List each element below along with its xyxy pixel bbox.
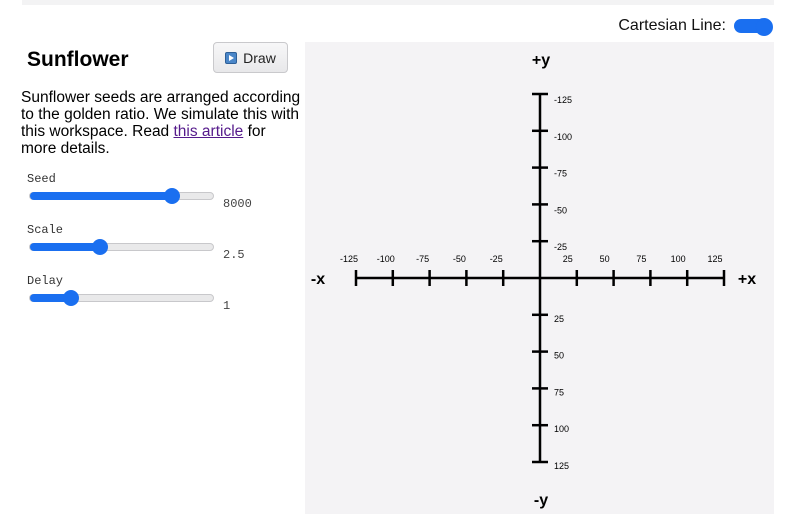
- y-tick-label: -25: [554, 242, 567, 252]
- x-tick-label: 75: [636, 254, 646, 264]
- slider-value: 1: [223, 299, 231, 313]
- article-link[interactable]: this article: [174, 123, 244, 140]
- draw-button[interactable]: Draw: [213, 42, 288, 73]
- slider-value: 2.5: [223, 248, 245, 262]
- y-tick-label: 50: [554, 351, 564, 361]
- slider-track[interactable]: [29, 188, 214, 204]
- title-row: Sunflower Draw: [21, 42, 303, 82]
- slider-fill: [30, 192, 173, 200]
- x-tick-label: 100: [671, 254, 686, 264]
- plus-x-label: +x: [738, 271, 756, 288]
- page-title: Sunflower: [27, 48, 129, 71]
- y-tick-label: -50: [554, 205, 567, 215]
- page: Cartesian Line: Sunflower Draw Sunflower…: [0, 0, 800, 524]
- slider-seed: Seed 8000: [27, 172, 303, 223]
- x-tick-label: -125: [340, 254, 358, 264]
- x-tick-label: -75: [416, 254, 429, 264]
- slider-track[interactable]: [29, 290, 214, 306]
- slider-label: Delay: [27, 274, 64, 288]
- slider-thumb[interactable]: [164, 188, 181, 204]
- slider-track[interactable]: [29, 239, 214, 255]
- toggle-knob: [755, 18, 773, 36]
- y-tick-label: 100: [554, 424, 569, 434]
- slider-delay: Delay 1: [27, 274, 303, 325]
- y-tick-label: -125: [554, 95, 572, 105]
- x-tick-label: 25: [563, 254, 573, 264]
- play-icon: [225, 51, 238, 64]
- slider-value: 8000: [223, 197, 252, 211]
- x-tick-label: -100: [377, 254, 395, 264]
- drawing-canvas[interactable]: -125 -100 -75 -50 -25 25 50 75 100 125 -125 -100 -75…: [305, 42, 774, 514]
- control-panel: Sunflower Draw Sunflower seeds are arran…: [21, 42, 303, 325]
- y-tick-label: 125: [554, 461, 569, 471]
- cartesian-toggle-group: Cartesian Line:: [618, 17, 773, 36]
- cartesian-toggle[interactable]: [734, 18, 773, 36]
- plus-y-label: +y: [532, 52, 550, 69]
- cartesian-axes: -125 -100 -75 -50 -25 25 50 75 100 125 -125 -100 -75…: [311, 52, 756, 509]
- slider-thumb[interactable]: [62, 290, 79, 306]
- x-tick-label: 50: [600, 254, 610, 264]
- slider-label: Scale: [27, 223, 64, 237]
- x-tick-label: 125: [707, 254, 722, 264]
- slider-label: Seed: [27, 172, 56, 186]
- description: Sunflower seeds are arranged according t…: [21, 89, 303, 157]
- y-tick-label: 75: [554, 387, 564, 397]
- y-tick-label: -100: [554, 132, 572, 142]
- y-tick-label: 25: [554, 314, 564, 324]
- top-bar: [22, 0, 774, 5]
- slider-fill: [30, 243, 101, 251]
- minus-y-label: -y: [534, 492, 548, 509]
- cartesian-label: Cartesian Line:: [618, 17, 726, 34]
- x-tick-label: -50: [453, 254, 466, 264]
- draw-button-label: Draw: [243, 49, 276, 66]
- slider-thumb[interactable]: [92, 239, 109, 255]
- y-tick-label: -75: [554, 169, 567, 179]
- slider-list: Seed 8000 Scale 2.5 Delay 1: [21, 172, 303, 325]
- minus-x-label: -x: [311, 271, 325, 288]
- slider-scale: Scale 2.5: [27, 223, 303, 274]
- x-tick-label: -25: [490, 254, 503, 264]
